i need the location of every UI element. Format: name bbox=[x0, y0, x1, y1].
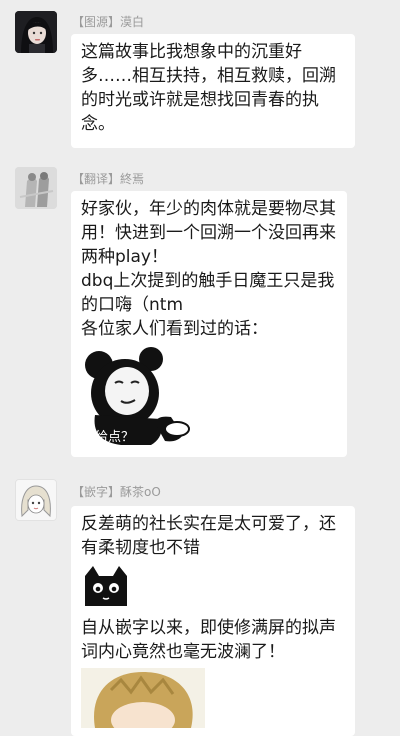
user-avatar[interactable] bbox=[15, 167, 57, 209]
message-text: 各位家人们看到过的话： bbox=[81, 319, 268, 339]
message-text: 反差萌的社长实在是太可爱了，还有柔韧度也不错 bbox=[81, 514, 336, 558]
message-bubble[interactable]: 好家伙，年少的肉体就是要物尽其用！快进到一个回溯一个没回再来两种play！ db… bbox=[71, 191, 347, 457]
user-avatar[interactable] bbox=[15, 11, 57, 53]
message-text: dbq上次提到的触手日魔王只是我的口嗨（ntm bbox=[81, 271, 335, 315]
sender-label: 【翻译】終焉 bbox=[72, 170, 144, 187]
sender-label: 【图源】漠白 bbox=[72, 13, 144, 30]
sender-name: 漠白 bbox=[120, 15, 145, 29]
sketch-figure-avatar-icon bbox=[15, 167, 57, 209]
sender-name: 終焉 bbox=[120, 172, 145, 186]
sender-tag: 【嵌字】 bbox=[72, 485, 121, 499]
dark-haired-girl-avatar-icon bbox=[15, 11, 57, 53]
message-bubble[interactable]: 这篇故事比我想象中的沉重好多……相互扶持，相互救赎，回溯的时光或许就是想找回青春… bbox=[71, 34, 355, 148]
panda-meme-sticker[interactable]: 给点？ bbox=[81, 345, 213, 449]
message-text: 这篇故事比我想象中的沉重好多……相互扶持，相互救赎，回溯的时光或许就是想找回青春… bbox=[81, 42, 336, 134]
black-cat-sticker[interactable] bbox=[81, 564, 131, 610]
sticker-caption: 给点？ bbox=[95, 430, 134, 445]
anime-boy-sticker[interactable] bbox=[81, 668, 205, 728]
sender-tag: 【图源】 bbox=[72, 15, 121, 29]
anime-girl-avatar-icon bbox=[16, 480, 56, 520]
sender-tag: 【翻译】 bbox=[72, 172, 121, 186]
message-text: 好家伙，年少的肉体就是要物尽其用！快进到一个回溯一个没回再来两种play！ bbox=[81, 199, 336, 267]
message-text: 自从嵌字以来，即使修满屏的拟声词内心竟然也毫无波澜了！ bbox=[81, 618, 336, 662]
sender-name: 酥茶oO bbox=[120, 485, 161, 499]
sender-label: 【嵌字】酥茶oO bbox=[72, 483, 161, 500]
message-bubble[interactable]: 反差萌的社长实在是太可爱了，还有柔韧度也不错 自从嵌字以来，即使修满屏的拟声词内… bbox=[71, 506, 355, 736]
user-avatar[interactable] bbox=[15, 479, 57, 521]
